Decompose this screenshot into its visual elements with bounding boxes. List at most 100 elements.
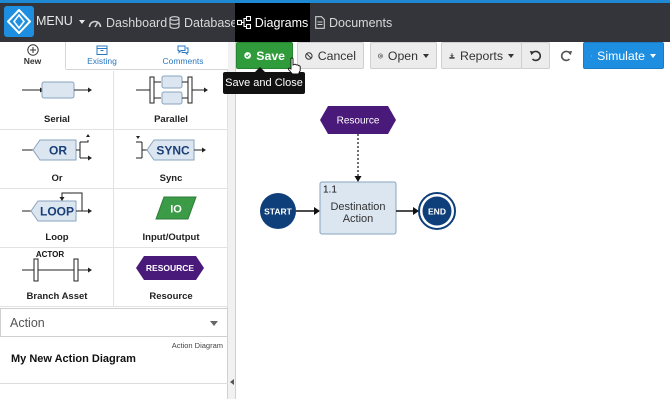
tab-comments-label: Comments [162, 56, 204, 66]
shape-branch-asset[interactable]: ACTOR Branch Asset [0, 248, 114, 307]
tab-existing[interactable]: Existing [66, 42, 138, 70]
nav-documents-label: Documents [329, 15, 393, 30]
ban-icon [305, 51, 313, 60]
or-shape-icon: OR [22, 134, 92, 161]
sync-shape-icon: SYNC [136, 136, 206, 161]
nav-dashboard[interactable]: Dashboard [88, 3, 167, 42]
shape-palette-panel: New Existing Comments Serial Parallel OR… [0, 42, 228, 399]
tab-existing-label: Existing [87, 56, 117, 66]
archive-icon [96, 45, 108, 55]
check-circle-icon [244, 52, 252, 59]
database-icon [169, 16, 180, 29]
end-node[interactable]: END [418, 192, 456, 230]
action-node-number: 1.1 [323, 185, 337, 196]
chevron-down-icon [650, 53, 656, 58]
comments-icon [177, 45, 189, 56]
shape-or[interactable]: OR Or [0, 130, 114, 189]
shape-sync-label: Sync [159, 173, 183, 184]
loop-shape-icon: LOOP [22, 192, 92, 222]
redo-icon [560, 50, 573, 62]
cancel-button[interactable]: Cancel [297, 42, 364, 69]
nav-diagrams[interactable]: Diagrams [235, 3, 310, 42]
shape-loop[interactable]: LOOP Loop [0, 189, 114, 248]
simulate-button-label: Simulate [597, 48, 645, 63]
loop-shape-text: LOOP [40, 205, 74, 219]
serial-shape-icon [22, 81, 92, 99]
shape-parallel[interactable]: Parallel [114, 71, 228, 130]
shape-input-output-label: Input/Output [142, 232, 200, 243]
redo-button[interactable] [552, 42, 581, 69]
save-button[interactable]: Save [236, 42, 293, 69]
tab-new[interactable]: New [0, 42, 66, 70]
resource-node-label: Resource [337, 116, 380, 127]
palette-tabs: New Existing Comments [0, 42, 228, 70]
shape-input-output[interactable]: IO Input/Output [114, 189, 228, 248]
shape-resource[interactable]: RESOURCE Resource [114, 248, 228, 307]
shape-branch-asset-label: Branch Asset [26, 291, 88, 302]
undo-button[interactable] [521, 42, 550, 69]
panel-splitter[interactable] [228, 42, 236, 399]
app-logo[interactable] [4, 6, 34, 37]
menu-label: MENU [36, 14, 73, 28]
nav-database[interactable]: Database [169, 3, 238, 42]
diagram-canvas[interactable]: Resource START 1.1 Destination Action EN… [236, 94, 670, 399]
main-menu-button[interactable]: MENU [36, 14, 86, 28]
open-dropdown-button[interactable]: Open [370, 42, 437, 69]
start-node[interactable]: START [260, 193, 296, 229]
open-button-label: Open [387, 48, 418, 63]
divider [0, 383, 228, 384]
end-node-label: END [428, 207, 446, 217]
resource-shape-icon: RESOURCE [136, 256, 204, 280]
cancel-button-label: Cancel [317, 48, 356, 63]
shape-serial[interactable]: Serial [0, 71, 114, 130]
shape-or-label: Or [51, 173, 63, 184]
resource-node[interactable]: Resource [320, 106, 396, 134]
shape-loop-label: Loop [45, 232, 69, 243]
tab-new-label: New [23, 56, 42, 66]
nav-diagrams-label: Diagrams [254, 15, 309, 30]
nav-documents[interactable]: Documents [315, 3, 392, 42]
arrowhead-icon [314, 207, 320, 215]
dashboard-icon [88, 20, 102, 27]
chevron-down-icon [423, 53, 429, 58]
play-icon [591, 54, 593, 57]
diagrams-icon [236, 16, 251, 29]
download-icon [449, 52, 455, 59]
action-node[interactable]: 1.1 Destination Action [319, 181, 397, 235]
shape-serial-label: Serial [44, 114, 70, 125]
resource-shape-text: RESOURCE [146, 263, 195, 273]
document-icon [315, 16, 325, 29]
shape-parallel-label: Parallel [154, 114, 188, 125]
diagram-svg: Resource START 1.1 Destination Action EN… [260, 106, 456, 235]
undo-icon [529, 50, 542, 62]
hand-cursor-icon [287, 57, 301, 75]
diagram-name[interactable]: My New Action Diagram [11, 353, 136, 365]
start-node-label: START [264, 207, 293, 217]
reports-dropdown-button[interactable]: Reports [441, 42, 522, 69]
or-shape-text: OR [49, 144, 67, 158]
diagram-type-value: Action [10, 316, 45, 330]
diagram-type-select[interactable]: Action [0, 308, 228, 337]
sync-shape-text: SYNC [156, 144, 190, 158]
diagram-type-label: Action Diagram [171, 341, 223, 350]
action-node-line1: Destination [330, 201, 385, 213]
reports-button-label: Reports [459, 48, 503, 63]
diagram-toolbar: Save Cancel Open Reports Simulate [236, 42, 670, 70]
logo-icon [7, 9, 31, 34]
tab-comments[interactable]: Comments [138, 42, 228, 70]
collapse-arrow-icon[interactable] [230, 379, 234, 385]
branch-asset-shape-icon: ACTOR [22, 250, 92, 282]
chevron-down-icon [508, 53, 514, 58]
save-tooltip: Save and Close [223, 67, 305, 94]
arrow-circle-right-icon [378, 53, 383, 58]
top-navigation-bar: MENU Dashboard Database Diagrams Documen… [0, 0, 670, 42]
chevron-down-icon [210, 321, 218, 326]
shape-sync[interactable]: SYNC Sync [114, 130, 228, 189]
nav-dashboard-label: Dashboard [106, 15, 168, 30]
action-node-line2: Action [343, 213, 374, 225]
simulate-dropdown-button[interactable]: Simulate [583, 42, 664, 69]
shape-resource-label: Resource [149, 291, 193, 302]
save-button-label: Save [256, 48, 285, 63]
nav-database-label: Database [184, 15, 238, 30]
actor-shape-text: ACTOR [36, 250, 65, 259]
